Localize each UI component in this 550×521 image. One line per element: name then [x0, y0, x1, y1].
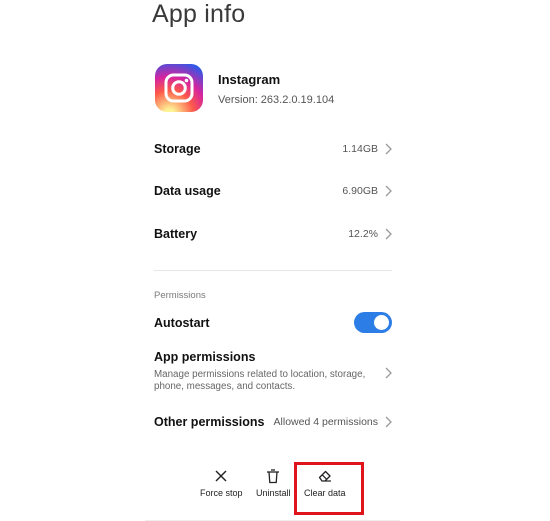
app-permissions-title: App permissions	[154, 350, 256, 364]
storage-label: Storage	[154, 142, 201, 156]
toggle-knob	[374, 315, 389, 330]
clear-data-highlight-box	[294, 462, 364, 515]
chevron-right-icon	[385, 367, 392, 379]
page-title: App info	[152, 0, 246, 28]
autostart-toggle[interactable]	[354, 312, 392, 333]
uninstall-button[interactable]: Uninstall	[256, 468, 291, 498]
chevron-right-icon	[385, 185, 392, 197]
divider	[154, 270, 392, 271]
data-usage-label: Data usage	[154, 184, 221, 198]
battery-value: 12.2%	[348, 228, 378, 240]
force-stop-label: Force stop	[200, 488, 243, 498]
chevron-right-icon	[385, 416, 392, 428]
trash-icon	[267, 469, 280, 484]
uninstall-label: Uninstall	[256, 488, 291, 498]
permissions-section-label: Permissions	[154, 290, 206, 301]
battery-label: Battery	[154, 227, 198, 241]
autostart-label: Autostart	[154, 316, 210, 330]
battery-row[interactable]: Battery 12.2%	[154, 221, 394, 247]
other-permissions-row[interactable]: Other permissions Allowed 4 permissions	[154, 409, 394, 435]
storage-row[interactable]: Storage 1.14GB	[154, 136, 394, 162]
storage-value: 1.14GB	[342, 143, 378, 155]
instagram-app-icon	[155, 64, 203, 112]
close-icon	[215, 470, 227, 482]
data-usage-row[interactable]: Data usage 6.90GB	[154, 178, 394, 204]
app-header: Instagram Version: 263.2.0.19.104	[155, 64, 415, 114]
data-usage-value: 6.90GB	[342, 185, 378, 197]
app-version: Version: 263.2.0.19.104	[218, 94, 335, 106]
other-permissions-value: Allowed 4 permissions	[273, 416, 378, 428]
other-permissions-label: Other permissions	[154, 415, 265, 429]
app-permissions-description: Manage permissions related to location, …	[154, 369, 366, 392]
app-name: Instagram	[218, 72, 281, 87]
app-permissions-row[interactable]: App permissions Manage permissions relat…	[154, 350, 394, 396]
force-stop-button[interactable]: Force stop	[200, 468, 243, 498]
chevron-right-icon	[385, 228, 392, 240]
chevron-right-icon	[385, 143, 392, 155]
